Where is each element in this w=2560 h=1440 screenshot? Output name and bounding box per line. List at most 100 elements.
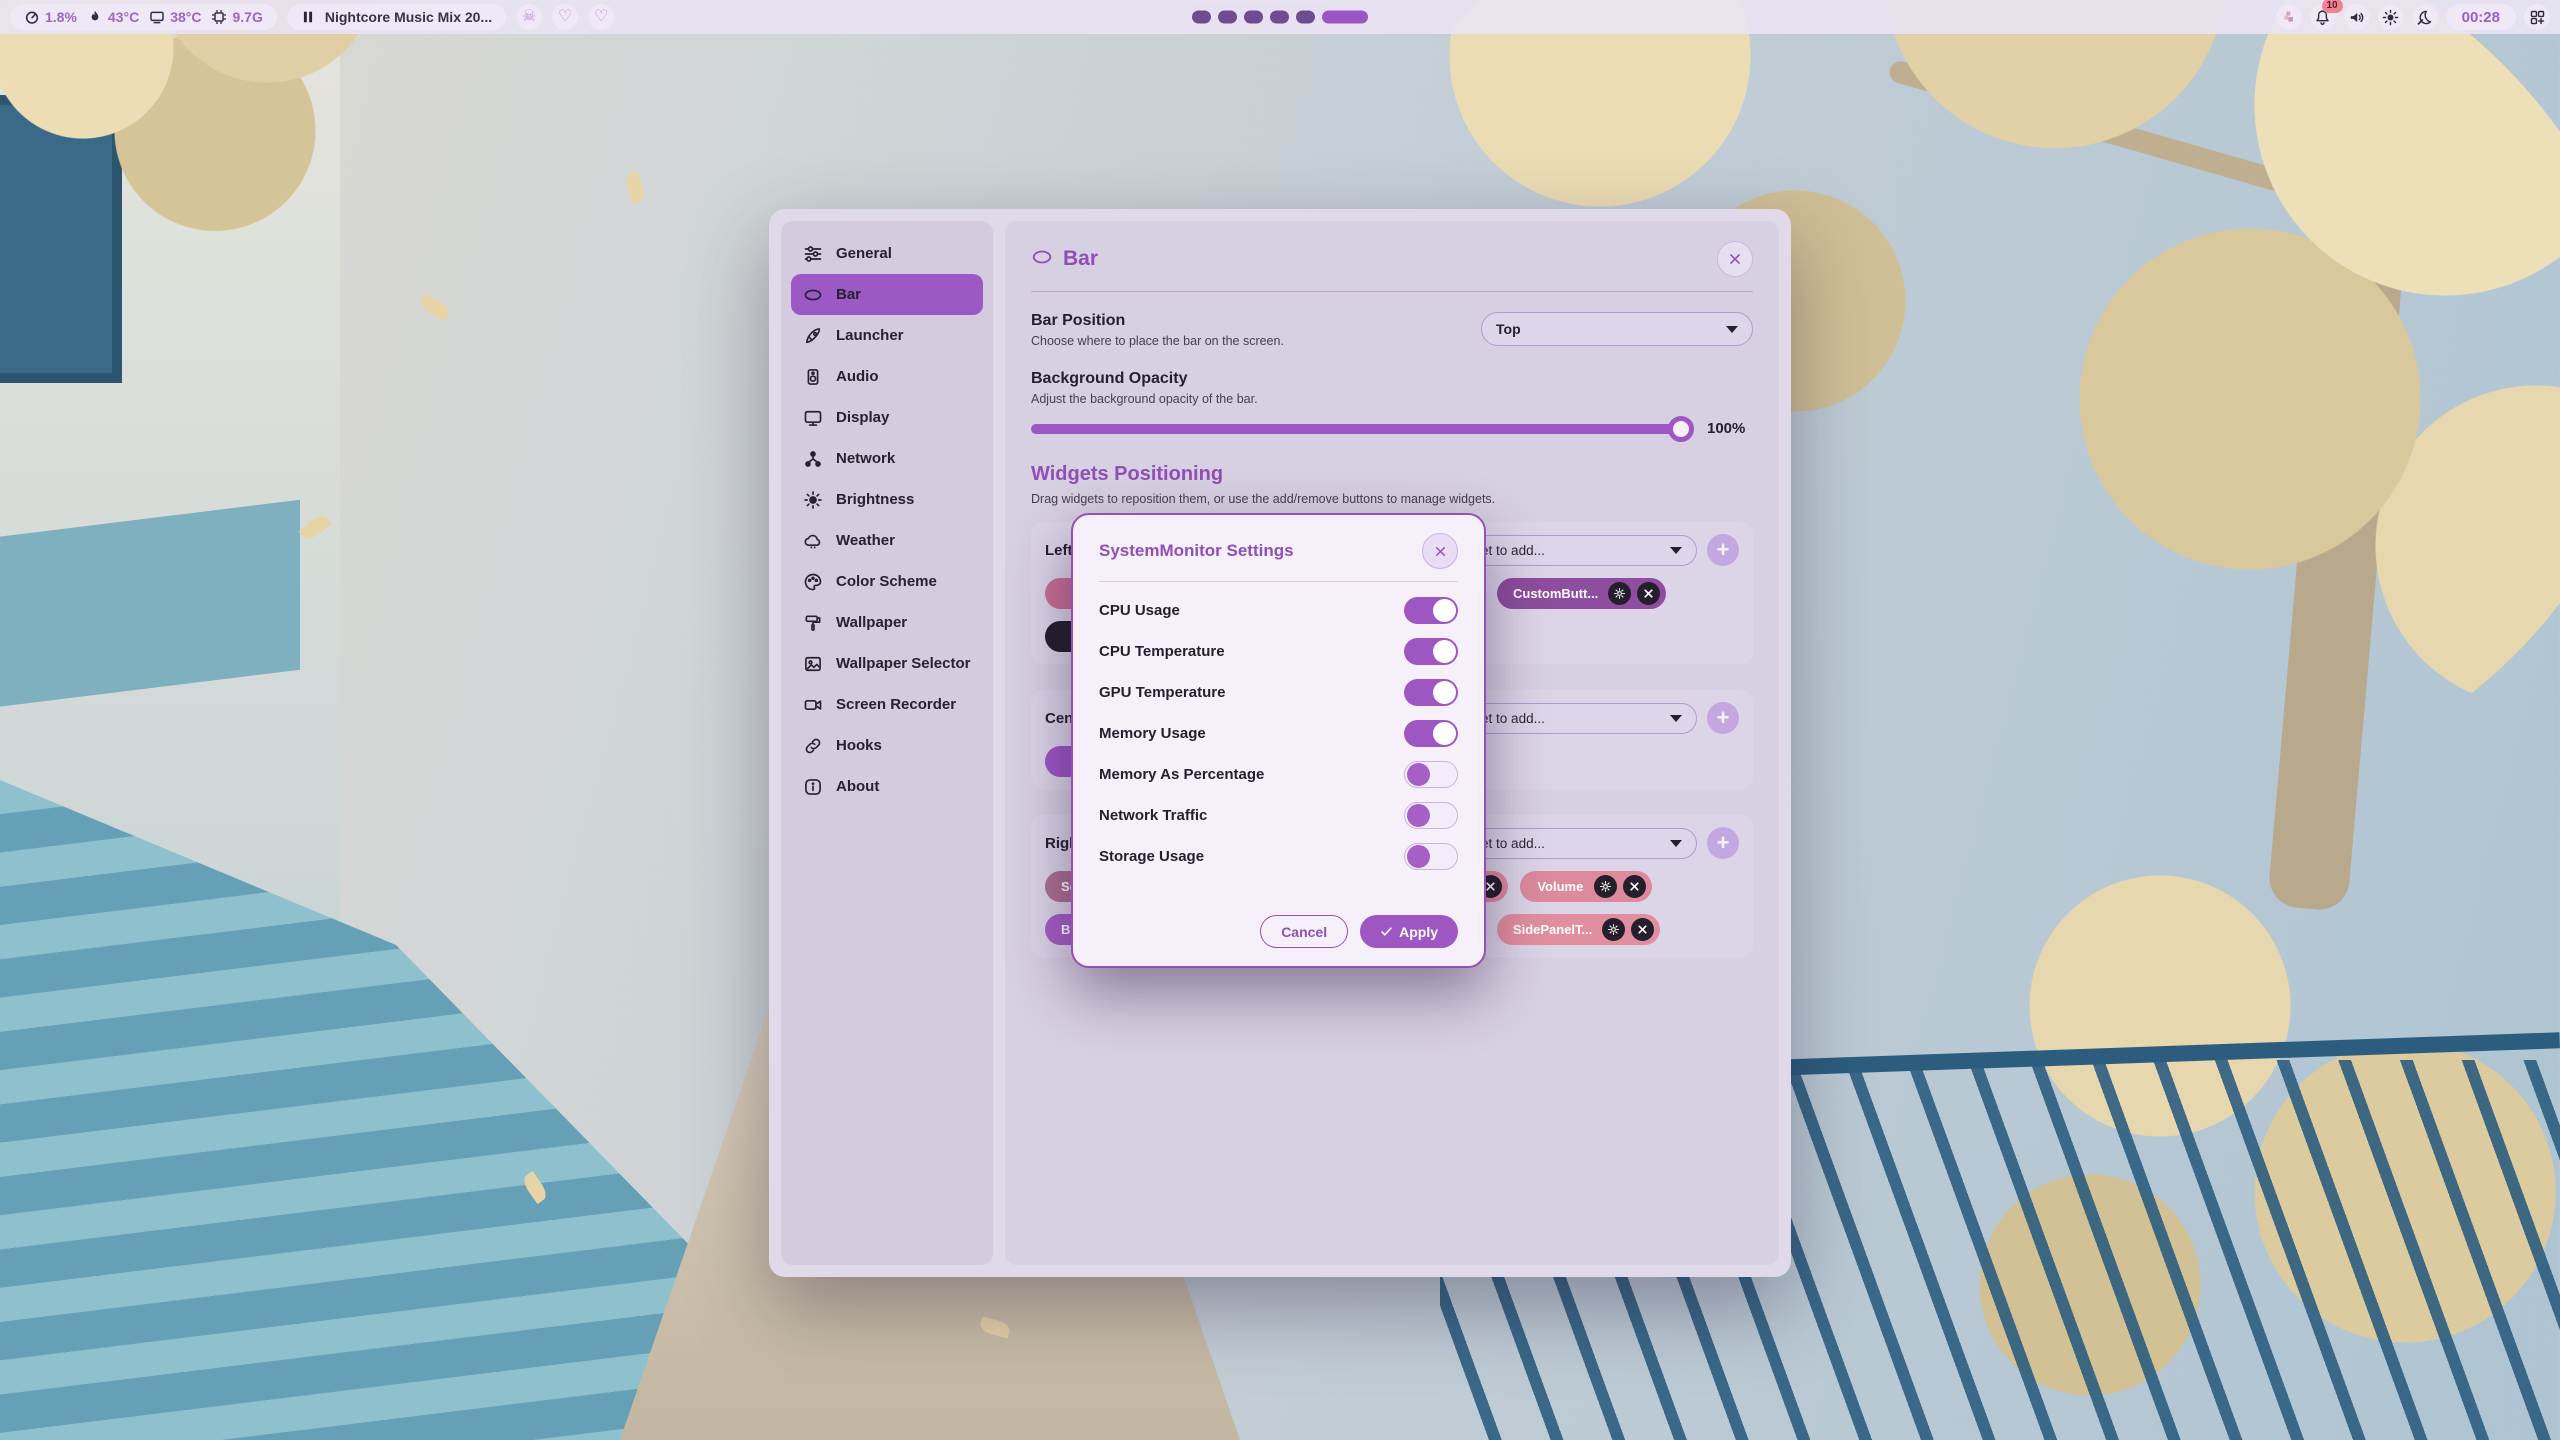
toggle-network-traffic[interactable] — [1404, 802, 1458, 829]
chip-remove-button[interactable] — [1631, 918, 1654, 941]
sidebar-item-bar[interactable]: Bar — [791, 274, 983, 315]
chevron-down-icon — [1670, 715, 1682, 722]
widget-chip-custombutt[interactable]: CustomButt... — [1497, 578, 1666, 609]
wallpaper-leaf — [418, 294, 451, 322]
modal-close-button[interactable] — [1422, 533, 1458, 569]
monitor-icon — [803, 408, 823, 428]
toggle-memory-usage[interactable] — [1404, 720, 1458, 747]
add-widget-button[interactable]: + — [1707, 702, 1739, 734]
systemmonitor-settings-modal: SystemMonitor Settings CPU Usage CPU Temp… — [1071, 513, 1486, 968]
sidebar-item-display[interactable]: Display — [791, 397, 983, 438]
toggle-knob — [1433, 722, 1456, 745]
toggle-cpu-temperature[interactable] — [1404, 638, 1458, 665]
heart-button-2[interactable]: ♡ — [588, 4, 614, 30]
sidebar-item-launcher[interactable]: Launcher — [791, 315, 983, 356]
toggle-row-memory-usage: Memory Usage — [1099, 719, 1458, 747]
heart-button-1[interactable]: ♡ — [552, 4, 578, 30]
night-light-button[interactable] — [2412, 4, 2438, 30]
opacity-slider[interactable] — [1031, 424, 1691, 434]
sidebar-item-general[interactable]: General — [791, 233, 983, 274]
brightness-button[interactable] — [2378, 4, 2404, 30]
bar-position-dropdown[interactable]: Top — [1481, 312, 1753, 346]
apply-button[interactable]: Apply — [1360, 915, 1458, 948]
sidebar-item-hooks[interactable]: Hooks — [791, 725, 983, 766]
workspace-dot[interactable] — [1244, 11, 1263, 24]
widget-chip-label: SidePanelT... — [1513, 922, 1596, 937]
sidebar-item-screen-recorder[interactable]: Screen Recorder — [791, 684, 983, 725]
sidebar-item-wallpaper-selector[interactable]: Wallpaper Selector — [791, 643, 983, 684]
widget-chip-sidepanelt[interactable]: SidePanelT... — [1497, 914, 1660, 945]
monitor-icon — [149, 9, 165, 25]
workspace-dot-active[interactable] — [1322, 11, 1368, 24]
toggle-label: GPU Temperature — [1099, 684, 1225, 701]
chip-remove-button[interactable] — [1623, 875, 1646, 898]
opacity-value: 100% — [1707, 420, 1753, 437]
cancel-button[interactable]: Cancel — [1260, 915, 1348, 948]
toggle-cpu-usage[interactable] — [1404, 597, 1458, 624]
sidebar-item-audio[interactable]: Audio — [791, 356, 983, 397]
toggle-knob — [1407, 845, 1430, 868]
sidebar-item-about[interactable]: About — [791, 766, 983, 807]
toggle-memory-as-percentage[interactable] — [1404, 761, 1458, 788]
bar-position-label: Bar Position — [1031, 312, 1284, 330]
chevron-down-icon — [1670, 547, 1682, 554]
toggle-row-cpu-temperature: CPU Temperature — [1099, 637, 1458, 665]
sidebar-item-brightness[interactable]: Brightness — [791, 479, 983, 520]
close-icon — [1728, 252, 1742, 266]
slider-handle[interactable] — [1668, 416, 1694, 442]
tray-app-button[interactable] — [2276, 4, 2302, 30]
bar-position-text: Bar Position Choose where to place the b… — [1031, 312, 1284, 348]
toggle-knob — [1407, 804, 1430, 827]
clock-pill[interactable]: 00:28 — [2446, 4, 2516, 30]
sidebar-item-label: Screen Recorder — [836, 696, 956, 713]
widget-chip-label: CustomButt... — [1513, 586, 1602, 601]
window-close-button[interactable] — [1717, 241, 1753, 277]
add-widget-button[interactable]: + — [1707, 534, 1739, 566]
skull-button[interactable]: ☠ — [516, 4, 542, 30]
sidebar-item-label: General — [836, 245, 892, 262]
toggle-row-cpu-usage: CPU Usage — [1099, 596, 1458, 624]
sidebar-item-network[interactable]: Network — [791, 438, 983, 479]
workspace-dot[interactable] — [1218, 11, 1237, 24]
paint-roller-icon — [803, 613, 823, 633]
workspace-dot[interactable] — [1192, 11, 1211, 24]
sidebar-item-color-scheme[interactable]: Color Scheme — [791, 561, 983, 602]
toggle-label: Network Traffic — [1099, 807, 1207, 824]
chip-settings-button[interactable] — [1594, 875, 1617, 898]
toggle-storage-usage[interactable] — [1404, 843, 1458, 870]
workspace-dot[interactable] — [1270, 11, 1289, 24]
volume-button[interactable] — [2344, 4, 2370, 30]
toggle-knob — [1433, 681, 1456, 704]
workspaces-pill[interactable] — [1180, 5, 1380, 30]
background-opacity-label: Background Opacity — [1031, 370, 1753, 388]
flame-icon — [87, 9, 103, 25]
sidebar-item-label: Launcher — [836, 327, 904, 344]
dashboard-button[interactable] — [2524, 4, 2550, 30]
modal-title: SystemMonitor Settings — [1099, 541, 1422, 561]
chip-settings-button[interactable] — [1608, 582, 1631, 605]
system-stats-pill[interactable]: 1.8% 43°C 38°C 9.7G — [10, 4, 277, 30]
workspace-dot[interactable] — [1296, 11, 1315, 24]
chevron-down-icon — [1670, 840, 1682, 847]
chip-remove-button[interactable] — [1637, 582, 1660, 605]
sidebar-item-weather[interactable]: Weather — [791, 520, 983, 561]
modal-divider — [1099, 581, 1458, 582]
toggle-label: CPU Usage — [1099, 602, 1180, 619]
toggle-gpu-temperature[interactable] — [1404, 679, 1458, 706]
cloud-icon — [803, 531, 823, 551]
add-widget-button[interactable]: + — [1707, 827, 1739, 859]
modal-header: SystemMonitor Settings — [1099, 533, 1458, 569]
wallpaper-stairs — [0, 780, 880, 1440]
clock-text: 00:28 — [2462, 9, 2500, 26]
top-bar-right: 10 00:28 — [2276, 4, 2550, 30]
sidebar-item-wallpaper[interactable]: Wallpaper — [791, 602, 983, 643]
sun-icon — [2382, 9, 2399, 26]
widget-chip-volume[interactable]: Volume — [1520, 871, 1652, 902]
modal-toggle-list: CPU Usage CPU Temperature GPU Temperature M… — [1099, 596, 1458, 883]
media-player-pill[interactable]: Nightcore Music Mix 20... — [287, 4, 506, 30]
cpu-usage-stat: 1.8% — [24, 9, 77, 25]
chip-settings-button[interactable] — [1602, 918, 1625, 941]
background-opacity-slider-row: 100% — [1031, 420, 1753, 437]
widgets-positioning-title: Widgets Positioning — [1031, 463, 1753, 486]
notifications-button[interactable]: 10 — [2310, 4, 2336, 30]
